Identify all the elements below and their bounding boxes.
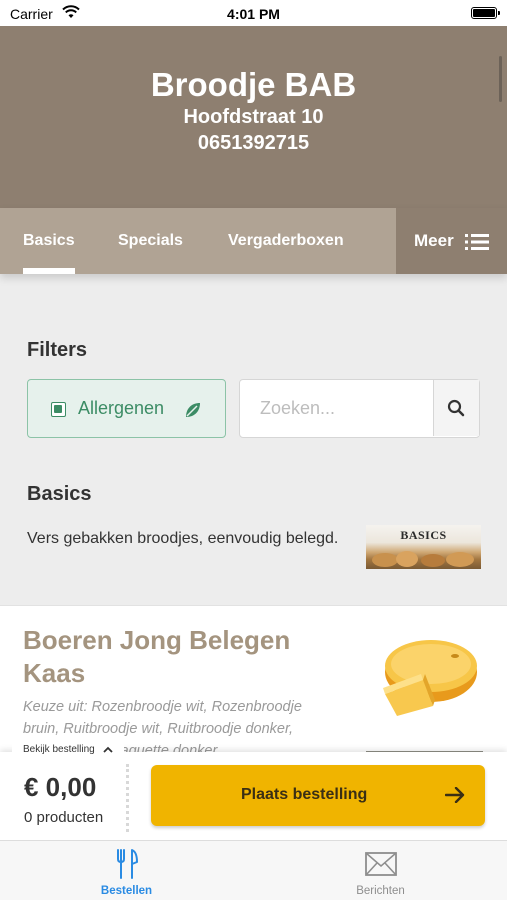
chevron-up-icon — [102, 746, 113, 753]
divider — [126, 764, 129, 832]
product-name: Boeren Jong Belegen Kaas — [23, 625, 291, 688]
order-summary-bar: Bekijk bestelling € 0,00 0 producten Pla… — [0, 739, 507, 840]
search-input[interactable] — [240, 380, 434, 436]
more-tab-label: Meer — [414, 231, 454, 250]
fork-knife-icon — [116, 849, 138, 879]
more-tab[interactable]: Meer — [396, 208, 507, 274]
allergens-checkbox[interactable] — [51, 402, 66, 417]
search-icon — [447, 399, 465, 417]
list-menu-icon — [465, 234, 489, 250]
place-order-button[interactable]: Plaats bestelling — [151, 765, 485, 826]
bottom-tab-bar: Bestellen Berichten — [0, 840, 507, 900]
view-order-label: Bekijk bestelling — [23, 744, 95, 755]
category-tabs: Basics Specials Vergaderboxen Meer — [0, 208, 507, 274]
cheese-image — [383, 640, 477, 716]
order-total-price: € 0,00 — [24, 772, 97, 802]
section-description: Vers gebakken broodjes, eenvoudig belegd… — [27, 530, 339, 547]
search-button[interactable] — [433, 380, 479, 436]
place-order-label: Plaats bestelling — [241, 786, 368, 803]
clock: 4:01 PM — [227, 6, 280, 22]
status-bar: Carrier 4:01 PM — [0, 0, 507, 26]
tab-bestellen[interactable]: Bestellen — [0, 841, 253, 900]
order-product-count: 0 producten — [24, 809, 104, 826]
envelope-icon — [364, 852, 397, 876]
restaurant-phone[interactable]: 0651392715 — [0, 130, 507, 156]
tab-berichten-label: Berichten — [356, 885, 405, 897]
scroll-indicator — [499, 56, 502, 102]
tab-specials[interactable]: Specials — [118, 208, 183, 274]
allergens-filter-button[interactable]: Allergenen — [27, 379, 226, 438]
restaurant-header: Broodje BAB Hoofdstraat 10 0651392715 — [0, 26, 507, 208]
section-title: Basics — [27, 483, 92, 505]
search-box — [239, 379, 480, 438]
section-image-label: BASICS — [400, 528, 447, 542]
tab-vergaderboxen[interactable]: Vergaderboxen — [228, 208, 344, 274]
restaurant-name: Broodje BAB — [150, 66, 357, 103]
restaurant-address: Hoofdstraat 10 — [183, 106, 324, 128]
tab-basics[interactable]: Basics — [23, 208, 75, 274]
filters-heading: Filters — [27, 339, 88, 361]
leaf-icon — [186, 403, 200, 417]
battery-icon — [471, 7, 500, 19]
tab-bestellen-label: Bestellen — [100, 885, 153, 897]
allergens-label: Allergenen — [78, 398, 165, 418]
tab-berichten[interactable]: Berichten — [254, 841, 507, 900]
view-order-toggle[interactable]: Bekijk bestelling — [12, 739, 124, 761]
section-image: BASICS — [366, 525, 481, 569]
arrow-right-icon — [445, 787, 465, 803]
